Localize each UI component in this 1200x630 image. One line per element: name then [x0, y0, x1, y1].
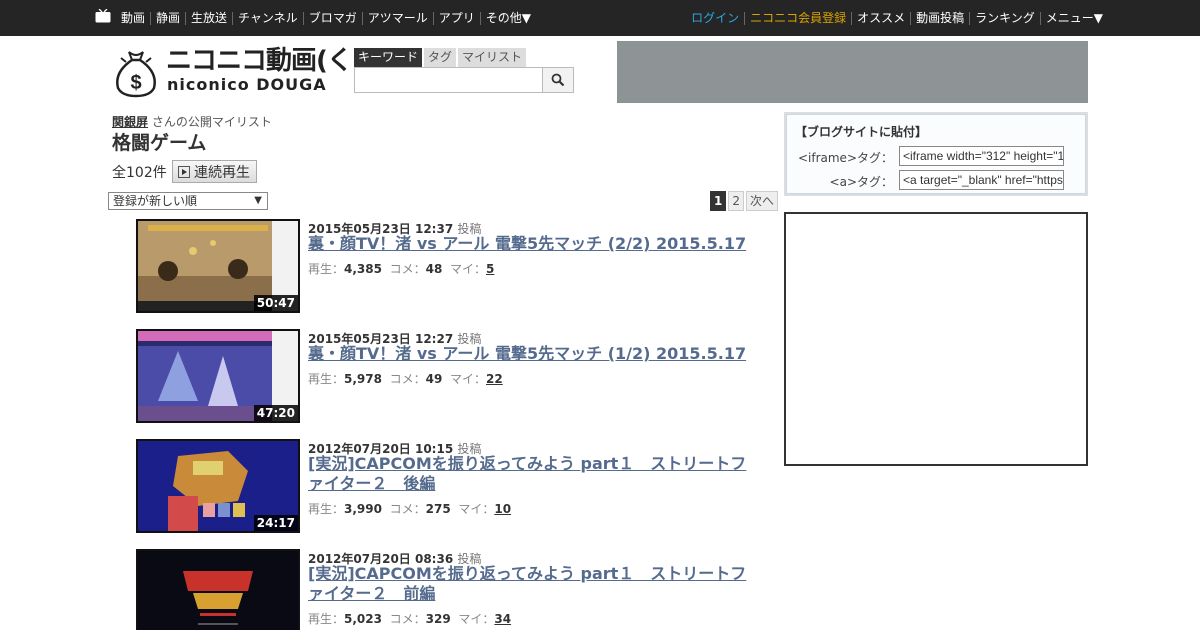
nav-douga[interactable]: 動画	[116, 11, 150, 25]
page-1[interactable]: 1	[710, 191, 727, 211]
mylist-count-link[interactable]: 5	[486, 262, 494, 276]
video-list-item: 50:47 2015年05月23日 12:37 投稿 裏・顔TV！渚 vs アー…	[136, 219, 776, 319]
nav-menu-dropdown[interactable]: メニュー▼	[1039, 11, 1108, 25]
mylist-count-link[interactable]: 22	[486, 372, 503, 386]
a-tag-label: <a>タグ：	[829, 175, 893, 189]
logo-text-jp: ニコニコ動画(く)	[166, 46, 364, 76]
nav-atsumaru[interactable]: アツマール	[361, 11, 433, 25]
continuous-play-button[interactable]: 連続再生	[172, 160, 257, 183]
video-title-link[interactable]: [実況]CAPCOMを振り返ってみよう part１ ストリートファイター２ 後編	[308, 454, 758, 494]
nav-upload[interactable]: 動画投稿	[910, 11, 969, 25]
item-count: 全102件	[112, 165, 167, 181]
nav-channel[interactable]: チャンネル	[232, 11, 303, 25]
video-stats: 再生：3,990 コメ：275 マイ：10	[308, 502, 512, 516]
nav-others-dropdown[interactable]: その他▼	[479, 11, 536, 25]
register-link[interactable]: ニコニコ会員登録	[744, 11, 851, 25]
niconico-tv-icon[interactable]	[95, 9, 111, 23]
next-page-button[interactable]: 次へ	[746, 191, 779, 211]
blog-embed-box: 【ブログサイトに貼付】 <iframe>タグ： <iframe width="3…	[784, 112, 1088, 196]
mylist-count-link[interactable]: 34	[494, 612, 511, 626]
top-nav-right: ログイン ニコニコ会員登録 オススメ 動画投稿 ランキング メニュー▼	[686, 0, 1108, 36]
video-duration: 47:20	[253, 405, 298, 421]
owner-suffix: さんの公開マイリスト	[148, 115, 272, 129]
video-list-item: 24:17 2012年07月20日 10:15 投稿 [実況]CAPCOMを振り…	[136, 439, 776, 539]
nav-live[interactable]: 生放送	[185, 11, 232, 25]
thumbnail-image	[138, 551, 298, 630]
mylist-count-link[interactable]: 10	[494, 502, 511, 516]
search-button[interactable]	[542, 67, 574, 93]
search-icon	[551, 73, 565, 87]
video-stats: 再生：5,023 コメ：329 マイ：34	[308, 612, 512, 626]
logo-text-en: niconico DOUGA	[167, 75, 327, 94]
header-ad-banner[interactable]	[617, 41, 1088, 103]
nav-app[interactable]: アプリ	[432, 11, 480, 25]
video-title-link[interactable]: 裏・顔TV！渚 vs アール 電撃5先マッチ (1/2) 2015.5.17	[308, 344, 758, 364]
sort-selected-value: 登録が新しい順	[113, 194, 198, 208]
video-thumbnail[interactable]: 24:17	[136, 439, 300, 533]
niconico-logo[interactable]: $ ニコニコ動画(く) niconico DOUGA	[112, 46, 364, 98]
iframe-tag-label: <iframe>タグ：	[797, 151, 893, 165]
continuous-play-label: 連続再生	[194, 164, 250, 181]
video-stats: 再生：4,385 コメ：48 マイ：5	[308, 262, 495, 276]
video-stats: 再生：5,978 コメ：49 マイ：22	[308, 372, 503, 386]
sidebar-ad-frame[interactable]	[784, 212, 1088, 466]
top-nav-left: 動画 静画 生放送 チャンネル ブロマガ アツマール アプリ その他▼	[116, 0, 536, 36]
money-bag-icon: $	[116, 51, 156, 98]
video-list-item: 2012年07月20日 08:36 投稿 [実況]CAPCOMを振り返ってみよう…	[136, 549, 776, 630]
dropdown-arrow-icon: ▼	[254, 195, 262, 206]
tab-keyword[interactable]: キーワード	[354, 48, 423, 67]
video-title-link[interactable]: 裏・顔TV！渚 vs アール 電撃5先マッチ (2/2) 2015.5.17	[308, 234, 758, 254]
play-icon	[178, 165, 190, 178]
search-input[interactable]	[354, 67, 543, 93]
nav-seiga[interactable]: 静画	[150, 11, 185, 25]
blog-embed-heading: 【ブログサイトに貼付】	[795, 125, 928, 139]
tab-mylist[interactable]: マイリスト	[458, 48, 527, 67]
search-type-tabs: キーワード タグ マイリスト	[354, 48, 528, 67]
video-thumbnail[interactable]	[136, 549, 300, 630]
nav-blomaga[interactable]: ブロマガ	[302, 11, 362, 25]
svg-text:$: $	[130, 72, 141, 94]
page-title: 格闘ゲーム	[112, 132, 207, 154]
page-2[interactable]: 2	[728, 191, 744, 211]
pagination: 1 2 次へ	[710, 191, 779, 211]
tab-tag[interactable]: タグ	[424, 48, 457, 67]
a-embed-code-field[interactable]: <a target="_blank" href="https	[899, 170, 1064, 190]
iframe-embed-code-field[interactable]: <iframe width="312" height="1	[899, 146, 1064, 166]
top-navigation-bar: 動画 静画 生放送 チャンネル ブロマガ アツマール アプリ その他▼ ログイン…	[0, 0, 1200, 36]
nav-ranking[interactable]: ランキング	[969, 11, 1040, 25]
video-thumbnail[interactable]: 47:20	[136, 329, 300, 423]
video-duration: 50:47	[253, 295, 298, 311]
video-thumbnail[interactable]: 50:47	[136, 219, 300, 313]
login-link[interactable]: ログイン	[686, 11, 744, 25]
video-duration: 24:17	[253, 515, 298, 531]
nav-recommend[interactable]: オススメ	[851, 11, 910, 25]
owner-name-link[interactable]: 関銀屏	[112, 115, 148, 129]
sort-order-select[interactable]: 登録が新しい順 ▼	[108, 192, 268, 210]
video-list-item: 47:20 2015年05月23日 12:27 投稿 裏・顔TV！渚 vs アー…	[136, 329, 776, 429]
video-title-link[interactable]: [実況]CAPCOMを振り返ってみよう part１ ストリートファイター２ 前編	[308, 564, 758, 604]
